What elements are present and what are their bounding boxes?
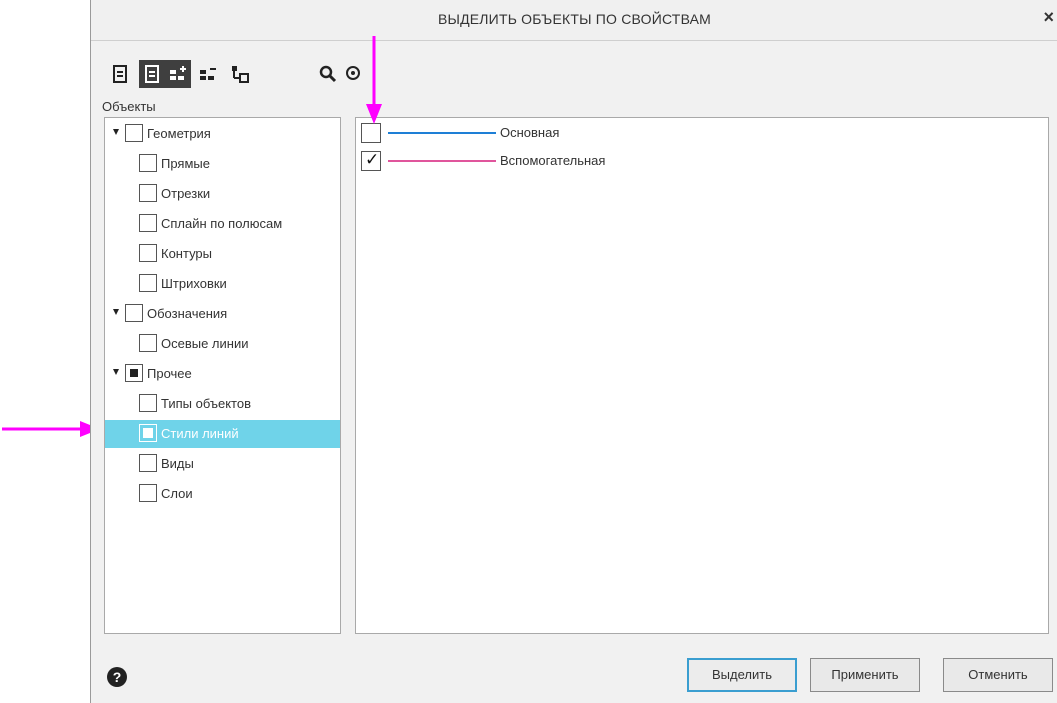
expand-arrow-icon[interactable] xyxy=(113,129,119,135)
tree-item[interactable]: Геометрия xyxy=(105,120,340,148)
tree-item[interactable]: Сплайн по полюсам xyxy=(105,210,340,238)
tree-item-label: Отрезки xyxy=(161,186,211,201)
select-button[interactable]: Выделить xyxy=(687,658,797,692)
tree-item-label: Прочее xyxy=(147,366,192,381)
line-style-preview xyxy=(388,132,496,134)
tree-item-checkbox[interactable] xyxy=(139,244,157,262)
document-lines-icon[interactable] xyxy=(139,60,165,88)
tree-item-label: Стили линий xyxy=(161,426,239,441)
apply-button[interactable]: Применить xyxy=(810,658,920,692)
tree-item[interactable]: Обозначения xyxy=(105,300,340,328)
tree-item[interactable]: Штриховки xyxy=(105,270,340,298)
tree-item[interactable]: Типы объектов xyxy=(105,390,340,418)
tree-item[interactable]: Прямые xyxy=(105,150,340,178)
tree-item-label: Осевые линии xyxy=(161,336,249,351)
line-style-preview xyxy=(388,160,496,162)
tree-item[interactable]: Стили линий xyxy=(105,420,340,448)
close-icon[interactable]: × xyxy=(1043,7,1054,28)
tree-item-checkbox[interactable] xyxy=(139,184,157,202)
help-icon[interactable]: ? xyxy=(107,667,127,687)
dialog-title: ВЫДЕЛИТЬ ОБЪЕКТЫ ПО СВОЙСТВАМ xyxy=(437,11,712,27)
tree-item-checkbox[interactable] xyxy=(139,424,157,442)
tree-item-label: Виды xyxy=(161,456,194,471)
line-style-row[interactable]: ✓ Вспомогательная xyxy=(356,147,1046,175)
tree-item-checkbox[interactable] xyxy=(125,304,143,322)
tree-item-checkbox[interactable] xyxy=(139,454,157,472)
tree-item-label: Прямые xyxy=(161,156,210,171)
title-bar: ВЫДЕЛИТЬ ОБЪЕКТЫ ПО СВОЙСТВАМ × xyxy=(91,0,1057,41)
tree-item-label: Контуры xyxy=(161,246,213,261)
tree-item-checkbox[interactable] xyxy=(125,364,143,382)
objects-tree-panel: Геометрия Прямые Отрезки Сплайн по полюсам К… xyxy=(104,117,341,634)
tree-item-checkbox[interactable] xyxy=(139,394,157,412)
tree-item-label: Сплайн по полюсам xyxy=(161,216,283,231)
annotation-arrow-down xyxy=(366,36,382,124)
checkmark-icon: ✓ xyxy=(365,150,380,169)
line-style-row[interactable]: Основная xyxy=(356,119,1046,147)
tree-item-label: Геометрия xyxy=(147,126,211,141)
line-style-checkbox[interactable] xyxy=(361,123,381,143)
tree-item[interactable]: Прочее xyxy=(105,360,340,388)
tree-item-label: Обозначения xyxy=(147,306,228,321)
expand-arrow-icon[interactable] xyxy=(113,309,119,315)
document-icon[interactable] xyxy=(107,60,133,88)
annotation-arrow-left xyxy=(2,421,100,437)
search-icon[interactable] xyxy=(315,60,341,88)
tree-item[interactable]: Слои xyxy=(105,480,340,508)
tree-item[interactable]: Отрезки xyxy=(105,180,340,208)
tree-add-icon[interactable] xyxy=(165,60,191,88)
expand-arrow-icon[interactable] xyxy=(113,369,119,375)
tree-item-checkbox[interactable] xyxy=(139,154,157,172)
tree-item-label: Слои xyxy=(161,486,193,501)
tree-item-checkbox[interactable] xyxy=(139,334,157,352)
line-style-checkbox[interactable]: ✓ xyxy=(361,150,381,171)
hierarchy-icon[interactable] xyxy=(227,60,253,88)
objects-label: Объекты xyxy=(102,99,156,114)
tree-item-label: Штриховки xyxy=(161,276,227,291)
line-style-label: Вспомогательная xyxy=(500,153,606,168)
tree-item[interactable]: Контуры xyxy=(105,240,340,268)
line-styles-panel: Основная ✓ Вспомогательная xyxy=(355,117,1049,634)
tree-item-checkbox[interactable] xyxy=(139,484,157,502)
tree-item-checkbox[interactable] xyxy=(139,214,157,232)
cancel-button[interactable]: Отменить xyxy=(943,658,1053,692)
tree-item[interactable]: Виды xyxy=(105,450,340,478)
tree-item[interactable]: Осевые линии xyxy=(105,330,340,358)
tree-item-checkbox[interactable] xyxy=(125,124,143,142)
line-style-label: Основная xyxy=(500,125,560,140)
tree-item-checkbox[interactable] xyxy=(139,274,157,292)
tree-remove-icon[interactable] xyxy=(195,60,221,88)
select-by-properties-dialog: ВЫДЕЛИТЬ ОБЪЕКТЫ ПО СВОЙСТВАМ × Объекты … xyxy=(90,0,1057,703)
tree-item-label: Типы объектов xyxy=(161,396,252,411)
